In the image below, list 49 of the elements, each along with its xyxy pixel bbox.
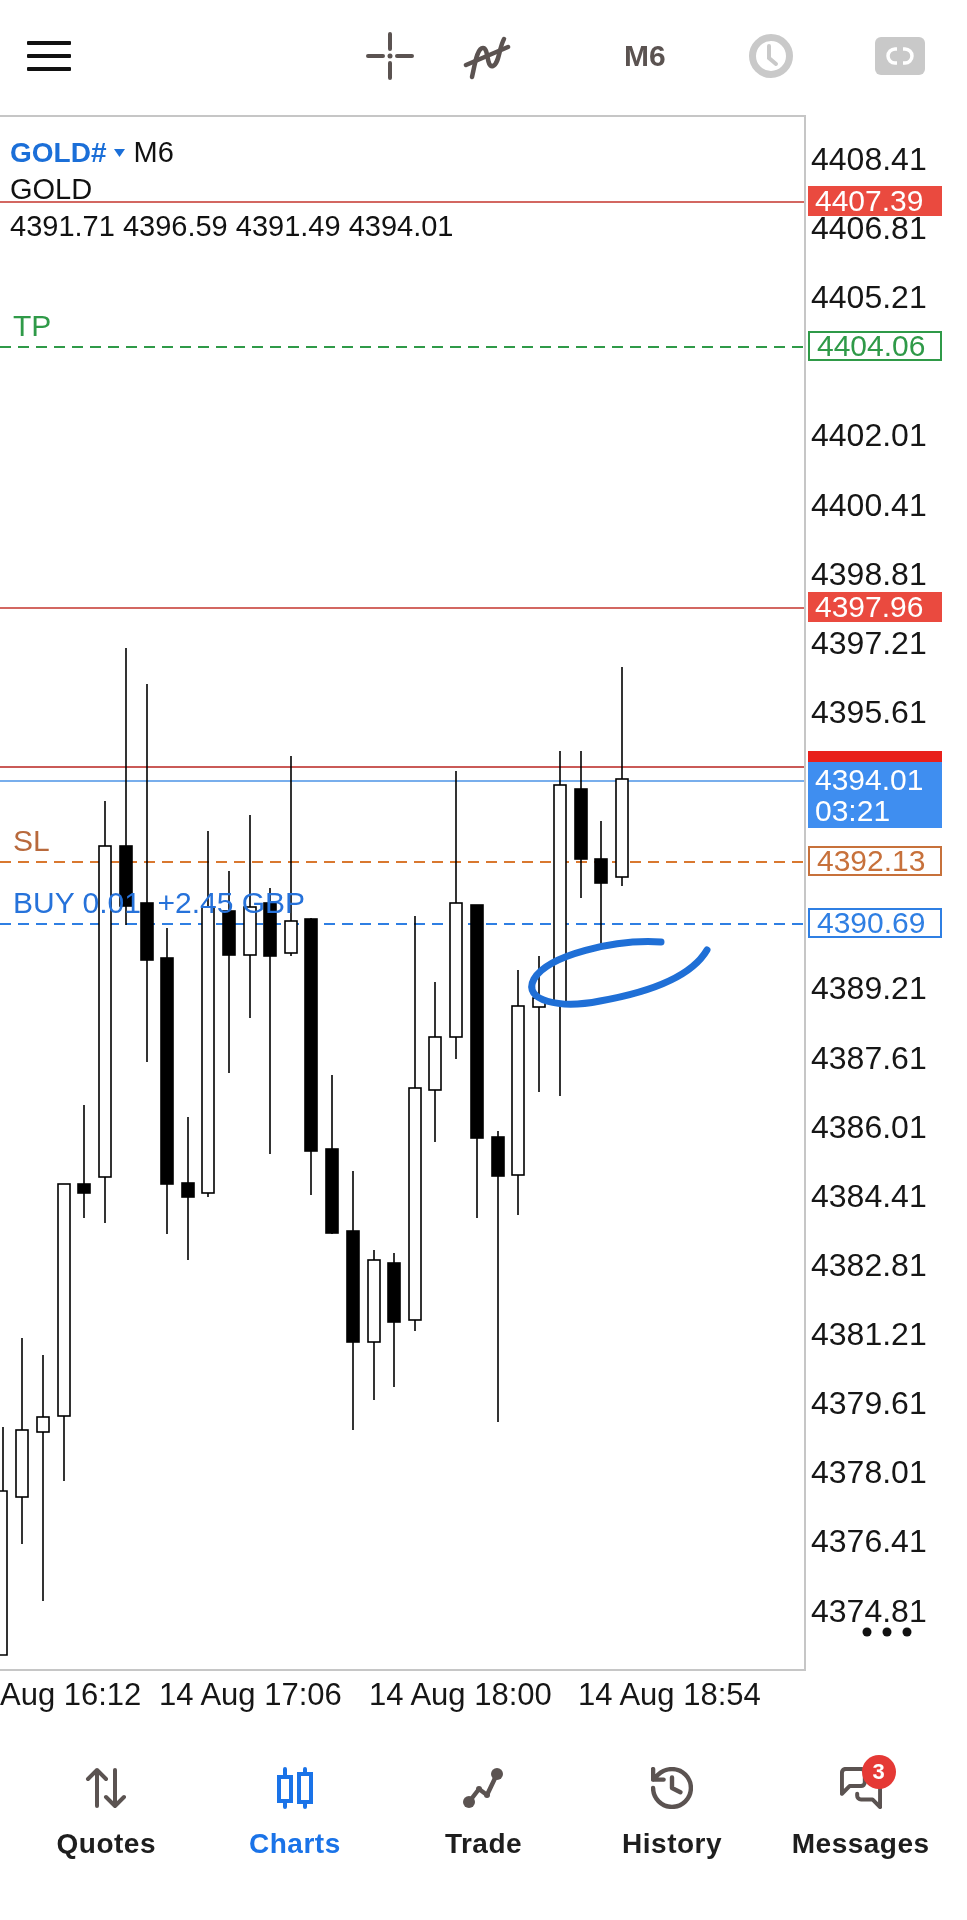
- price-axis-label: 4408.41: [811, 146, 927, 172]
- ohlc-values: 4391.71 4396.59 4391.49 4394.01: [10, 209, 454, 244]
- arrows-up-down-icon: [85, 1767, 128, 1809]
- price-axis-label: 4387.61: [811, 1044, 927, 1071]
- take-profit-label: TP: [13, 309, 52, 343]
- notification-badge: 3: [861, 1755, 896, 1789]
- bid-price: 4394.01: [815, 764, 925, 795]
- history-icon: [651, 1767, 694, 1809]
- price-axis-label: 4397.21: [811, 629, 927, 656]
- take-profit-tag: 4404.06: [808, 331, 942, 361]
- price-axis-label: 4386.01: [811, 1113, 927, 1140]
- price-axis-label: 4381.21: [811, 1321, 927, 1348]
- stop-loss-tag: 4392.13: [808, 846, 942, 876]
- price-axis-label: 4405.21: [811, 284, 927, 311]
- price-tag: 4397.96: [808, 592, 942, 622]
- price-tag: 4407.39: [808, 186, 942, 216]
- price-axis-label: 4384.41: [811, 1182, 927, 1209]
- price-axis-label: 4389.21: [811, 975, 927, 1002]
- price-axis-label: 4402.01: [811, 422, 927, 449]
- dropdown-caret-icon: [114, 148, 126, 157]
- symbol-selector[interactable]: GOLD#: [10, 134, 126, 171]
- nav-tab[interactable]: Trade: [389, 1720, 578, 1861]
- price-axis-label: 4378.01: [811, 1459, 927, 1486]
- time-axis-label: Aug 16:12: [0, 1677, 142, 1713]
- price-axis-label: 4376.41: [811, 1528, 927, 1555]
- nav-tab[interactable]: Charts: [200, 1720, 390, 1861]
- price-axis-label: 4395.61: [811, 698, 927, 725]
- price-axis-label: 4400.41: [811, 491, 927, 518]
- price-axis-label: 4379.61: [811, 1390, 927, 1417]
- price-axis-label: 4382.81: [811, 1251, 927, 1278]
- timeframe-label: M6: [133, 135, 174, 170]
- nav-tab[interactable]: 3 Messages: [766, 1720, 955, 1861]
- bar-countdown: 03:21: [815, 795, 892, 826]
- stop-loss-label: SL: [13, 824, 50, 858]
- time-axis-label: 14 Aug 18:00: [369, 1677, 552, 1713]
- menu-icon[interactable]: [27, 41, 71, 71]
- price-axis-label: 4406.81: [811, 215, 927, 242]
- time-axis-label: 14 Aug 18:54: [578, 1677, 761, 1713]
- symbol-description: GOLD: [10, 172, 93, 207]
- price-axis-label: 4374.81: [811, 1597, 927, 1624]
- position-tag: 4390.69: [808, 908, 942, 938]
- timeframe-button[interactable]: M6: [624, 38, 666, 74]
- crosshair-icon[interactable]: [366, 32, 414, 80]
- more-options-icon[interactable]: [862, 1627, 912, 1637]
- dotted-line-chart-icon: [462, 1767, 505, 1809]
- time-axis-label: 14 Aug 17:06: [159, 1677, 342, 1713]
- nav-tab[interactable]: History: [577, 1720, 767, 1861]
- price-axis-label: 4398.81: [811, 560, 927, 587]
- nav-tab[interactable]: Quotes: [12, 1720, 201, 1861]
